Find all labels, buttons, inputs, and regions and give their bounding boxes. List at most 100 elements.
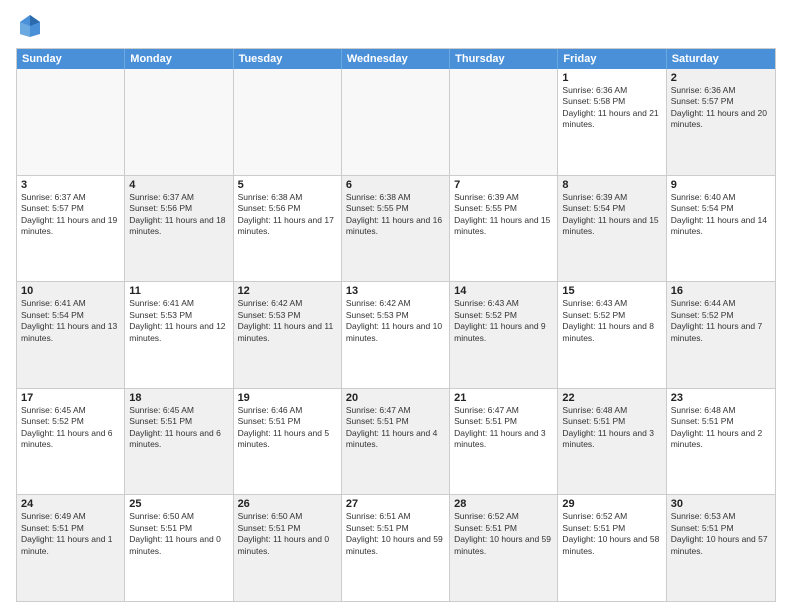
calendar-cell-2-3: 13Sunrise: 6:42 AM Sunset: 5:53 PM Dayli… xyxy=(342,282,450,388)
calendar-cell-3-0: 17Sunrise: 6:45 AM Sunset: 5:52 PM Dayli… xyxy=(17,389,125,495)
calendar-row-1: 3Sunrise: 6:37 AM Sunset: 5:57 PM Daylig… xyxy=(17,175,775,282)
cell-info: Sunrise: 6:41 AM Sunset: 5:54 PM Dayligh… xyxy=(21,298,120,344)
day-number: 8 xyxy=(562,179,661,191)
cell-info: Sunrise: 6:48 AM Sunset: 5:51 PM Dayligh… xyxy=(562,405,661,451)
header-day-wednesday: Wednesday xyxy=(342,49,450,69)
calendar-cell-2-0: 10Sunrise: 6:41 AM Sunset: 5:54 PM Dayli… xyxy=(17,282,125,388)
day-number: 20 xyxy=(346,392,445,404)
header-day-friday: Friday xyxy=(558,49,666,69)
cell-info: Sunrise: 6:50 AM Sunset: 5:51 PM Dayligh… xyxy=(129,511,228,557)
cell-info: Sunrise: 6:46 AM Sunset: 5:51 PM Dayligh… xyxy=(238,405,337,451)
calendar-cell-4-3: 27Sunrise: 6:51 AM Sunset: 5:51 PM Dayli… xyxy=(342,495,450,601)
calendar-cell-4-2: 26Sunrise: 6:50 AM Sunset: 5:51 PM Dayli… xyxy=(234,495,342,601)
cell-info: Sunrise: 6:45 AM Sunset: 5:52 PM Dayligh… xyxy=(21,405,120,451)
header-day-thursday: Thursday xyxy=(450,49,558,69)
logo xyxy=(16,12,48,40)
day-number: 5 xyxy=(238,179,337,191)
calendar-cell-4-6: 30Sunrise: 6:53 AM Sunset: 5:51 PM Dayli… xyxy=(667,495,775,601)
day-number: 6 xyxy=(346,179,445,191)
day-number: 3 xyxy=(21,179,120,191)
day-number: 12 xyxy=(238,285,337,297)
day-number: 29 xyxy=(562,498,661,510)
day-number: 23 xyxy=(671,392,771,404)
calendar-cell-2-6: 16Sunrise: 6:44 AM Sunset: 5:52 PM Dayli… xyxy=(667,282,775,388)
day-number: 21 xyxy=(454,392,553,404)
cell-info: Sunrise: 6:38 AM Sunset: 5:55 PM Dayligh… xyxy=(346,192,445,238)
calendar-cell-0-0 xyxy=(17,69,125,175)
day-number: 1 xyxy=(562,72,661,84)
cell-info: Sunrise: 6:43 AM Sunset: 5:52 PM Dayligh… xyxy=(562,298,661,344)
day-number: 13 xyxy=(346,285,445,297)
calendar-cell-3-6: 23Sunrise: 6:48 AM Sunset: 5:51 PM Dayli… xyxy=(667,389,775,495)
cell-info: Sunrise: 6:37 AM Sunset: 5:56 PM Dayligh… xyxy=(129,192,228,238)
cell-info: Sunrise: 6:47 AM Sunset: 5:51 PM Dayligh… xyxy=(346,405,445,451)
header-day-monday: Monday xyxy=(125,49,233,69)
calendar-cell-1-1: 4Sunrise: 6:37 AM Sunset: 5:56 PM Daylig… xyxy=(125,176,233,282)
calendar-cell-1-6: 9Sunrise: 6:40 AM Sunset: 5:54 PM Daylig… xyxy=(667,176,775,282)
calendar-cell-2-1: 11Sunrise: 6:41 AM Sunset: 5:53 PM Dayli… xyxy=(125,282,233,388)
calendar-cell-0-1 xyxy=(125,69,233,175)
cell-info: Sunrise: 6:53 AM Sunset: 5:51 PM Dayligh… xyxy=(671,511,771,557)
calendar-row-2: 10Sunrise: 6:41 AM Sunset: 5:54 PM Dayli… xyxy=(17,281,775,388)
calendar-header: SundayMondayTuesdayWednesdayThursdayFrid… xyxy=(17,49,775,69)
calendar-body: 1Sunrise: 6:36 AM Sunset: 5:58 PM Daylig… xyxy=(17,69,775,601)
cell-info: Sunrise: 6:36 AM Sunset: 5:58 PM Dayligh… xyxy=(562,85,661,131)
calendar-cell-0-5: 1Sunrise: 6:36 AM Sunset: 5:58 PM Daylig… xyxy=(558,69,666,175)
day-number: 4 xyxy=(129,179,228,191)
calendar-cell-1-5: 8Sunrise: 6:39 AM Sunset: 5:54 PM Daylig… xyxy=(558,176,666,282)
calendar-cell-1-4: 7Sunrise: 6:39 AM Sunset: 5:55 PM Daylig… xyxy=(450,176,558,282)
calendar-cell-3-3: 20Sunrise: 6:47 AM Sunset: 5:51 PM Dayli… xyxy=(342,389,450,495)
day-number: 17 xyxy=(21,392,120,404)
calendar-cell-3-2: 19Sunrise: 6:46 AM Sunset: 5:51 PM Dayli… xyxy=(234,389,342,495)
cell-info: Sunrise: 6:47 AM Sunset: 5:51 PM Dayligh… xyxy=(454,405,553,451)
calendar-cell-4-1: 25Sunrise: 6:50 AM Sunset: 5:51 PM Dayli… xyxy=(125,495,233,601)
day-number: 27 xyxy=(346,498,445,510)
calendar-cell-2-4: 14Sunrise: 6:43 AM Sunset: 5:52 PM Dayli… xyxy=(450,282,558,388)
calendar-cell-1-0: 3Sunrise: 6:37 AM Sunset: 5:57 PM Daylig… xyxy=(17,176,125,282)
calendar-cell-4-5: 29Sunrise: 6:52 AM Sunset: 5:51 PM Dayli… xyxy=(558,495,666,601)
day-number: 25 xyxy=(129,498,228,510)
cell-info: Sunrise: 6:38 AM Sunset: 5:56 PM Dayligh… xyxy=(238,192,337,238)
header-day-tuesday: Tuesday xyxy=(234,49,342,69)
cell-info: Sunrise: 6:40 AM Sunset: 5:54 PM Dayligh… xyxy=(671,192,771,238)
calendar-cell-3-4: 21Sunrise: 6:47 AM Sunset: 5:51 PM Dayli… xyxy=(450,389,558,495)
calendar-cell-0-6: 2Sunrise: 6:36 AM Sunset: 5:57 PM Daylig… xyxy=(667,69,775,175)
day-number: 26 xyxy=(238,498,337,510)
cell-info: Sunrise: 6:45 AM Sunset: 5:51 PM Dayligh… xyxy=(129,405,228,451)
calendar-cell-0-3 xyxy=(342,69,450,175)
day-number: 24 xyxy=(21,498,120,510)
day-number: 14 xyxy=(454,285,553,297)
cell-info: Sunrise: 6:48 AM Sunset: 5:51 PM Dayligh… xyxy=(671,405,771,451)
day-number: 15 xyxy=(562,285,661,297)
calendar-cell-3-1: 18Sunrise: 6:45 AM Sunset: 5:51 PM Dayli… xyxy=(125,389,233,495)
calendar: SundayMondayTuesdayWednesdayThursdayFrid… xyxy=(16,48,776,602)
day-number: 11 xyxy=(129,285,228,297)
cell-info: Sunrise: 6:49 AM Sunset: 5:51 PM Dayligh… xyxy=(21,511,120,557)
cell-info: Sunrise: 6:42 AM Sunset: 5:53 PM Dayligh… xyxy=(346,298,445,344)
day-number: 22 xyxy=(562,392,661,404)
cell-info: Sunrise: 6:37 AM Sunset: 5:57 PM Dayligh… xyxy=(21,192,120,238)
day-number: 7 xyxy=(454,179,553,191)
cell-info: Sunrise: 6:44 AM Sunset: 5:52 PM Dayligh… xyxy=(671,298,771,344)
calendar-cell-0-4 xyxy=(450,69,558,175)
day-number: 18 xyxy=(129,392,228,404)
cell-info: Sunrise: 6:42 AM Sunset: 5:53 PM Dayligh… xyxy=(238,298,337,344)
calendar-cell-2-5: 15Sunrise: 6:43 AM Sunset: 5:52 PM Dayli… xyxy=(558,282,666,388)
cell-info: Sunrise: 6:52 AM Sunset: 5:51 PM Dayligh… xyxy=(562,511,661,557)
cell-info: Sunrise: 6:39 AM Sunset: 5:55 PM Dayligh… xyxy=(454,192,553,238)
cell-info: Sunrise: 6:41 AM Sunset: 5:53 PM Dayligh… xyxy=(129,298,228,344)
day-number: 30 xyxy=(671,498,771,510)
cell-info: Sunrise: 6:43 AM Sunset: 5:52 PM Dayligh… xyxy=(454,298,553,344)
cell-info: Sunrise: 6:51 AM Sunset: 5:51 PM Dayligh… xyxy=(346,511,445,557)
cell-info: Sunrise: 6:36 AM Sunset: 5:57 PM Dayligh… xyxy=(671,85,771,131)
calendar-cell-0-2 xyxy=(234,69,342,175)
day-number: 2 xyxy=(671,72,771,84)
day-number: 28 xyxy=(454,498,553,510)
cell-info: Sunrise: 6:50 AM Sunset: 5:51 PM Dayligh… xyxy=(238,511,337,557)
calendar-cell-4-4: 28Sunrise: 6:52 AM Sunset: 5:51 PM Dayli… xyxy=(450,495,558,601)
calendar-row-0: 1Sunrise: 6:36 AM Sunset: 5:58 PM Daylig… xyxy=(17,69,775,175)
calendar-cell-3-5: 22Sunrise: 6:48 AM Sunset: 5:51 PM Dayli… xyxy=(558,389,666,495)
day-number: 10 xyxy=(21,285,120,297)
page: SundayMondayTuesdayWednesdayThursdayFrid… xyxy=(0,0,792,612)
calendar-cell-2-2: 12Sunrise: 6:42 AM Sunset: 5:53 PM Dayli… xyxy=(234,282,342,388)
